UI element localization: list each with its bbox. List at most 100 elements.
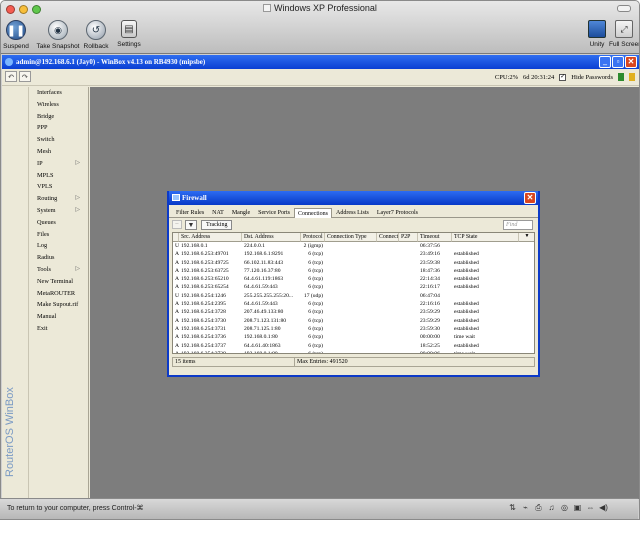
column-header[interactable]: Connection Type (325, 233, 377, 242)
tracking-button[interactable]: Tracking (201, 220, 233, 230)
maximize-icon[interactable]: ▫ (612, 56, 624, 68)
full-screen-button[interactable]: ⤢ Full Screen (609, 20, 639, 48)
menu-item[interactable]: VPLS (29, 181, 88, 193)
filter-icon[interactable]: ▼ (185, 220, 197, 230)
tab-connections[interactable]: Connections (294, 208, 332, 218)
menu-item[interactable]: Log (29, 240, 88, 252)
tab-nat[interactable]: NAT (208, 207, 228, 217)
menu-item[interactable]: Wireless (29, 99, 88, 111)
menu-item[interactable]: System ▷ (29, 205, 88, 217)
close-icon[interactable]: ✕ (524, 192, 536, 204)
column-header[interactable]: Timeout (418, 233, 452, 242)
cd-icon[interactable]: ◎ (560, 503, 569, 513)
printer-icon[interactable]: ⎙ (534, 503, 543, 513)
rollback-label: Rollback (83, 43, 109, 50)
table-cell: 192.168.6.253:49701 (181, 251, 229, 258)
tab-layer7-protocols[interactable]: Layer7 Protocols (373, 207, 422, 217)
take-snapshot-button[interactable]: ◉ Take Snapshot (34, 20, 82, 50)
speaker-icon[interactable]: ◀) (599, 503, 608, 513)
table-cell (377, 267, 399, 275)
menu-item[interactable]: IP ▷ (29, 158, 88, 170)
audio-icon[interactable]: ♫ (547, 503, 556, 513)
undo-icon[interactable]: ↶ (5, 71, 17, 82)
table-cell: 208.71.123.131:80 (244, 317, 287, 324)
find-input[interactable]: Find (503, 220, 533, 230)
table-cell: 192.168.6.254:3730 (181, 317, 226, 324)
menu-item[interactable]: Mesh (29, 146, 88, 158)
network-icon[interactable]: ⌁ (521, 503, 530, 513)
redo-icon[interactable]: ↷ (19, 71, 31, 82)
return-hint: To return to your computer, press Contro… (7, 505, 144, 512)
table-cell: 192.168.0.1 (181, 243, 208, 249)
hide-passwords-checkbox[interactable]: ✓ (559, 73, 567, 81)
menu-item[interactable]: Interfaces (29, 87, 88, 99)
shared-folders-icon[interactable]: ⇔ (586, 503, 595, 513)
winbox-titlebar: admin@192.168.6.1 (Jay0) - WinBox v4.13 … (2, 55, 639, 69)
menu-item[interactable]: Switch (29, 134, 88, 146)
close-icon[interactable]: ✕ (625, 56, 637, 68)
firewall-titlebar[interactable]: Firewall ✕ (169, 191, 538, 205)
submenu-arrow-icon: ▷ (75, 206, 80, 213)
table-cell (377, 342, 399, 350)
menu-item[interactable]: Manual (29, 311, 88, 323)
table-cell (377, 300, 399, 308)
unity-icon (588, 20, 606, 38)
usb-icon[interactable]: ⇅ (508, 503, 517, 513)
settings-button[interactable]: ▤ Settings (113, 20, 145, 48)
column-header[interactable]: Protocol (301, 233, 325, 242)
disk-icon[interactable]: ▣ (573, 503, 582, 513)
menu-item[interactable]: Files (29, 229, 88, 241)
table-cell (399, 267, 418, 275)
suspend-button[interactable]: ❚❚ Suspend (3, 20, 29, 50)
column-menu-icon[interactable]: ▼ (519, 233, 534, 242)
remove-button[interactable]: − (172, 220, 182, 229)
table-cell: established (454, 251, 479, 258)
firewall-tabs: Filter Rules NAT Mangle Service Ports Connec… (169, 207, 538, 218)
column-header[interactable]: Connecti... (377, 233, 399, 242)
table-cell: 224.0.0.1 (244, 243, 265, 249)
table-cell: 06:37:56 (420, 243, 440, 249)
column-header[interactable]: Src. Address (179, 233, 242, 242)
column-header[interactable]: P2P (399, 233, 418, 242)
tab-address-lists[interactable]: Address Lists (332, 207, 373, 217)
tab-mangle[interactable]: Mangle (228, 207, 254, 217)
rollback-button[interactable]: ↺ Rollback (81, 20, 111, 50)
menu-item[interactable]: Make Supout.rif (29, 299, 88, 311)
table-cell: 18:47:36 (420, 267, 440, 274)
menu-item[interactable]: Exit (29, 323, 88, 335)
menu-item-label: Files (37, 230, 50, 238)
toolbar-toggle-button[interactable] (617, 5, 631, 12)
menu-item[interactable]: Routing ▷ (29, 193, 88, 205)
menu-item[interactable]: Queues (29, 217, 88, 229)
table-cell: established (454, 325, 479, 332)
menu-item[interactable]: MPLS (29, 170, 88, 182)
menu-item[interactable]: Tools ▷ (29, 264, 88, 276)
menu-item[interactable]: MetaROUTER (29, 288, 88, 300)
tab-filter-rules[interactable]: Filter Rules (172, 207, 208, 217)
table-cell: established (454, 259, 479, 266)
full-screen-label: Full Screen (609, 41, 640, 48)
menu-item[interactable]: New Terminal (29, 276, 88, 288)
table-cell: 192.168.6.254:3736 (181, 334, 226, 341)
unity-button[interactable]: Unity (586, 20, 608, 48)
table-cell (399, 317, 418, 325)
winbox-brand-strip: RouterOS WinBox (2, 87, 29, 499)
column-header[interactable]: TCP State (452, 233, 519, 242)
column-header[interactable]: Dst. Address (242, 233, 301, 242)
tab-service-ports[interactable]: Service Ports (254, 207, 294, 217)
table-cell (325, 250, 377, 258)
menu-item[interactable]: Radius (29, 252, 88, 264)
menu-item[interactable]: Bridge (29, 111, 88, 123)
menu-item-label: VPLS (37, 183, 53, 191)
table-cell: 6 (tcp) (308, 276, 323, 283)
menu-item[interactable]: PPP (29, 122, 88, 134)
table-cell: 255.255.255.255:20... (244, 292, 294, 299)
minimize-icon[interactable]: _ (599, 56, 611, 68)
menu-item-label: New Terminal (37, 277, 73, 285)
table-cell: 00:00:00 (420, 334, 440, 341)
table-cell (377, 242, 399, 250)
table-cell: 64.4.61.119:1863 (244, 276, 284, 283)
settings-icon: ▤ (121, 20, 137, 38)
menu-item-label: Mesh (37, 147, 51, 155)
table-cell: 17 (udp) (303, 292, 323, 299)
